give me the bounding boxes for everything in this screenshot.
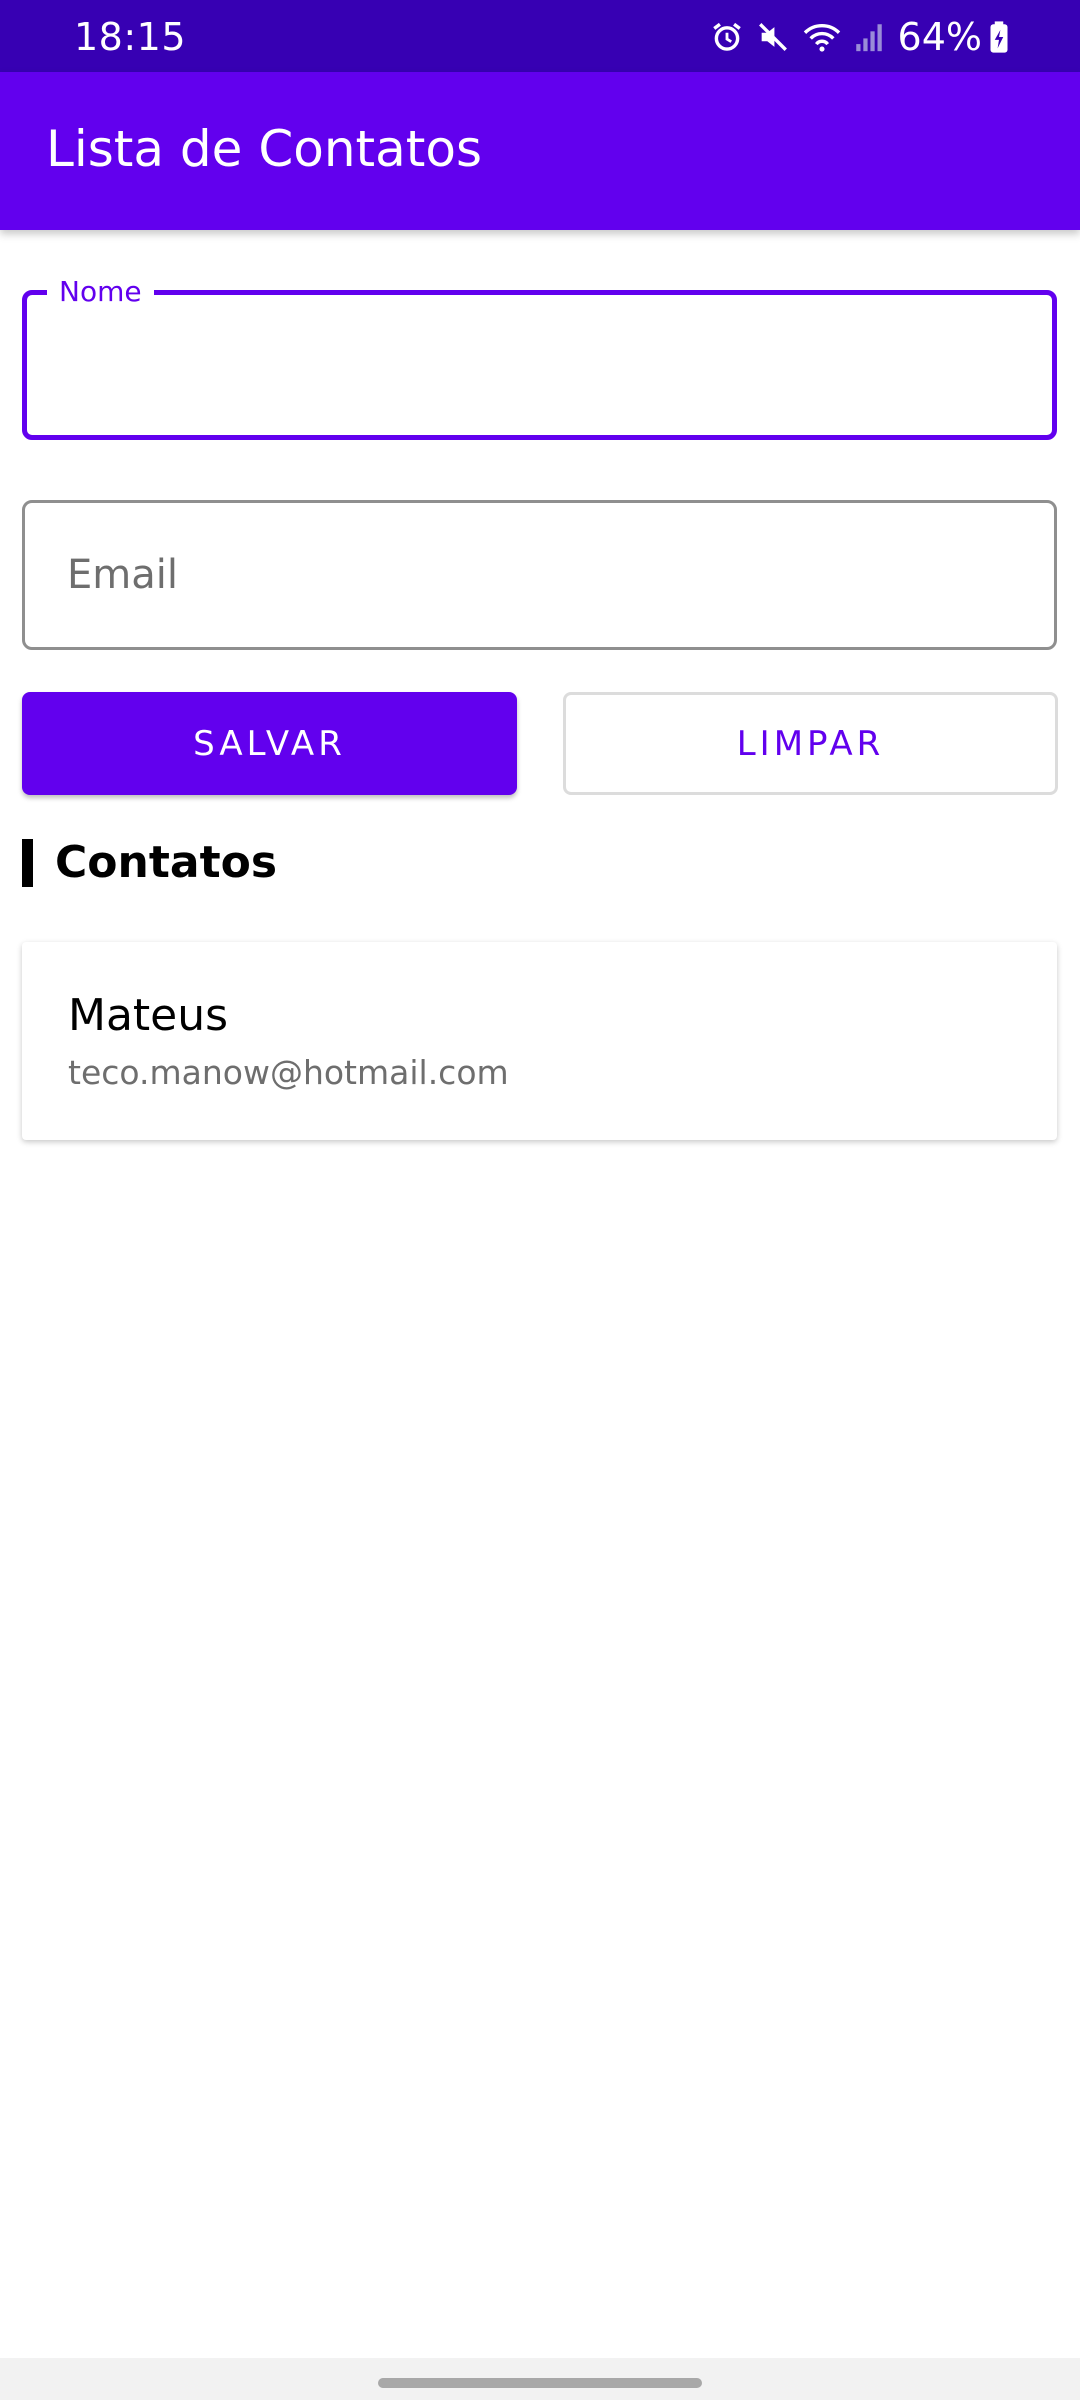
signal-icon — [854, 20, 884, 54]
status-bar: 18:15 64% — [0, 0, 1080, 72]
battery-charging-icon — [988, 20, 1010, 54]
app-title: Lista de Contatos — [46, 120, 483, 178]
section-accent-bar — [22, 839, 33, 887]
status-icons: 64% — [698, 14, 1010, 60]
clear-button[interactable]: LIMPAR — [563, 692, 1058, 795]
app-bar: Lista de Contatos — [0, 72, 1080, 230]
name-input[interactable] — [27, 295, 1052, 435]
contact-name: Mateus — [68, 990, 229, 1041]
email-input[interactable] — [25, 503, 1054, 647]
screen: 18:15 64% Lista de Contatos Nome Email S… — [0, 0, 1080, 2400]
navigation-bar — [0, 2358, 1080, 2400]
gesture-handle[interactable] — [378, 2378, 702, 2388]
alarm-icon — [710, 20, 744, 54]
wifi-icon — [802, 20, 842, 54]
battery-percentage: 64% — [897, 15, 982, 59]
contacts-section-heading: Contatos — [22, 838, 277, 888]
name-field[interactable]: Nome — [22, 275, 1057, 440]
save-button[interactable]: SALVAR — [22, 692, 517, 795]
contacts-section-title: Contatos — [55, 837, 278, 888]
status-time: 18:15 — [74, 15, 187, 59]
contact-card[interactable]: Mateus teco.manow@hotmail.com — [22, 942, 1057, 1140]
contact-email: teco.manow@hotmail.com — [68, 1053, 509, 1092]
mute-icon — [756, 20, 790, 54]
email-field[interactable] — [22, 500, 1057, 650]
